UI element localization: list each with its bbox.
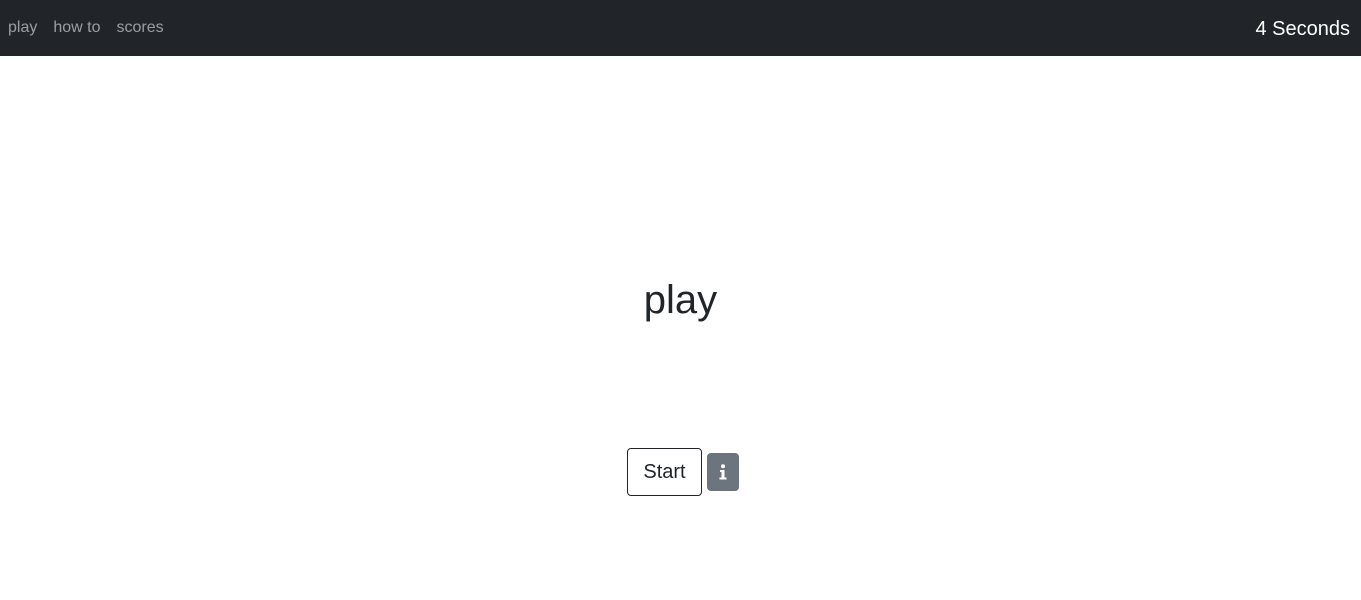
nav-link-play[interactable]: play xyxy=(8,19,37,37)
page-title: play xyxy=(643,278,718,322)
nav-links: play how to scores xyxy=(0,19,180,37)
top-navbar: play how to scores 4 Seconds xyxy=(0,0,1361,56)
info-button[interactable] xyxy=(707,453,739,491)
start-button[interactable]: Start xyxy=(627,448,702,496)
nav-link-scores[interactable]: scores xyxy=(117,19,164,37)
game-controls: Start xyxy=(627,448,739,496)
timer-display: 4 Seconds xyxy=(1255,18,1350,40)
nav-link-how-to[interactable]: how to xyxy=(53,19,100,37)
info-icon xyxy=(719,464,727,480)
